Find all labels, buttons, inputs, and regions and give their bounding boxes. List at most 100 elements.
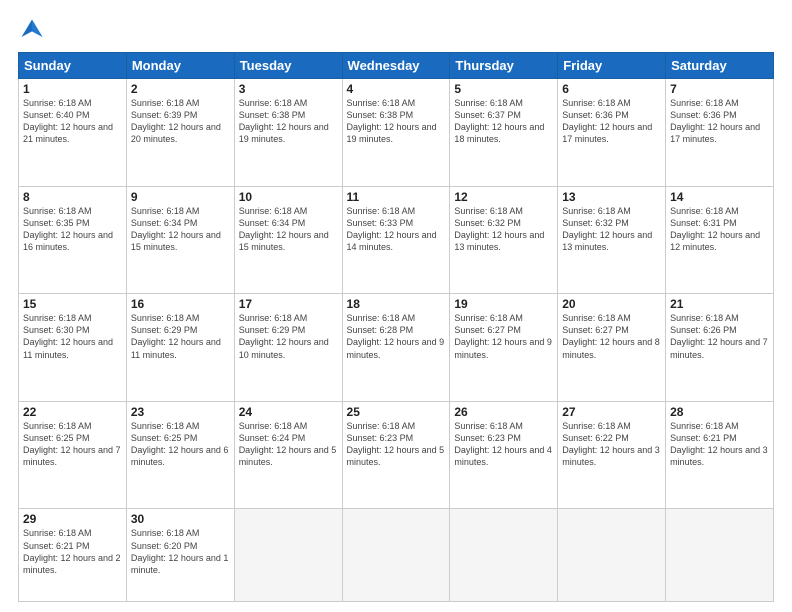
calendar-day-cell: [234, 509, 342, 602]
calendar-day-cell: [342, 509, 450, 602]
calendar-day-cell: 28Sunrise: 6:18 AMSunset: 6:21 PMDayligh…: [666, 401, 774, 509]
calendar-day-cell: 1Sunrise: 6:18 AMSunset: 6:40 PMDaylight…: [19, 79, 127, 187]
calendar-day-cell: 19Sunrise: 6:18 AMSunset: 6:27 PMDayligh…: [450, 294, 558, 402]
day-number: 11: [347, 190, 446, 204]
logo-icon: [18, 16, 46, 44]
day-number: 5: [454, 82, 553, 96]
day-info: Sunrise: 6:18 AMSunset: 6:32 PMDaylight:…: [454, 205, 553, 254]
calendar-day-cell: 27Sunrise: 6:18 AMSunset: 6:22 PMDayligh…: [558, 401, 666, 509]
day-info: Sunrise: 6:18 AMSunset: 6:33 PMDaylight:…: [347, 205, 446, 254]
day-number: 12: [454, 190, 553, 204]
calendar-day-cell: 10Sunrise: 6:18 AMSunset: 6:34 PMDayligh…: [234, 186, 342, 294]
day-info: Sunrise: 6:18 AMSunset: 6:34 PMDaylight:…: [239, 205, 338, 254]
day-info: Sunrise: 6:18 AMSunset: 6:24 PMDaylight:…: [239, 420, 338, 469]
calendar-day-cell: 6Sunrise: 6:18 AMSunset: 6:36 PMDaylight…: [558, 79, 666, 187]
page: SundayMondayTuesdayWednesdayThursdayFrid…: [0, 0, 792, 612]
calendar-day-cell: 15Sunrise: 6:18 AMSunset: 6:30 PMDayligh…: [19, 294, 127, 402]
calendar-day-cell: 26Sunrise: 6:18 AMSunset: 6:23 PMDayligh…: [450, 401, 558, 509]
day-number: 21: [670, 297, 769, 311]
day-info: Sunrise: 6:18 AMSunset: 6:25 PMDaylight:…: [131, 420, 230, 469]
day-number: 19: [454, 297, 553, 311]
calendar-day-cell: 12Sunrise: 6:18 AMSunset: 6:32 PMDayligh…: [450, 186, 558, 294]
day-info: Sunrise: 6:18 AMSunset: 6:25 PMDaylight:…: [23, 420, 122, 469]
day-number: 2: [131, 82, 230, 96]
calendar-day-cell: 23Sunrise: 6:18 AMSunset: 6:25 PMDayligh…: [126, 401, 234, 509]
day-number: 30: [131, 512, 230, 526]
weekday-header: Saturday: [666, 53, 774, 79]
day-info: Sunrise: 6:18 AMSunset: 6:36 PMDaylight:…: [670, 97, 769, 146]
calendar-day-cell: 21Sunrise: 6:18 AMSunset: 6:26 PMDayligh…: [666, 294, 774, 402]
day-number: 14: [670, 190, 769, 204]
day-number: 22: [23, 405, 122, 419]
calendar-week-row: 22Sunrise: 6:18 AMSunset: 6:25 PMDayligh…: [19, 401, 774, 509]
day-number: 7: [670, 82, 769, 96]
calendar-day-cell: 13Sunrise: 6:18 AMSunset: 6:32 PMDayligh…: [558, 186, 666, 294]
weekday-header: Wednesday: [342, 53, 450, 79]
weekday-header: Sunday: [19, 53, 127, 79]
day-info: Sunrise: 6:18 AMSunset: 6:22 PMDaylight:…: [562, 420, 661, 469]
calendar-day-cell: 24Sunrise: 6:18 AMSunset: 6:24 PMDayligh…: [234, 401, 342, 509]
day-number: 26: [454, 405, 553, 419]
day-info: Sunrise: 6:18 AMSunset: 6:27 PMDaylight:…: [562, 312, 661, 361]
calendar-day-cell: 14Sunrise: 6:18 AMSunset: 6:31 PMDayligh…: [666, 186, 774, 294]
calendar-day-cell: 9Sunrise: 6:18 AMSunset: 6:34 PMDaylight…: [126, 186, 234, 294]
day-number: 24: [239, 405, 338, 419]
calendar-day-cell: 3Sunrise: 6:18 AMSunset: 6:38 PMDaylight…: [234, 79, 342, 187]
calendar-day-cell: 16Sunrise: 6:18 AMSunset: 6:29 PMDayligh…: [126, 294, 234, 402]
calendar-day-cell: 30Sunrise: 6:18 AMSunset: 6:20 PMDayligh…: [126, 509, 234, 602]
calendar-day-cell: 29Sunrise: 6:18 AMSunset: 6:21 PMDayligh…: [19, 509, 127, 602]
weekday-header: Tuesday: [234, 53, 342, 79]
calendar-day-cell: [450, 509, 558, 602]
day-number: 29: [23, 512, 122, 526]
calendar-day-cell: 25Sunrise: 6:18 AMSunset: 6:23 PMDayligh…: [342, 401, 450, 509]
day-info: Sunrise: 6:18 AMSunset: 6:31 PMDaylight:…: [670, 205, 769, 254]
logo: [18, 16, 48, 44]
day-number: 15: [23, 297, 122, 311]
calendar-day-cell: 11Sunrise: 6:18 AMSunset: 6:33 PMDayligh…: [342, 186, 450, 294]
calendar-table: SundayMondayTuesdayWednesdayThursdayFrid…: [18, 52, 774, 602]
day-info: Sunrise: 6:18 AMSunset: 6:20 PMDaylight:…: [131, 527, 230, 576]
day-info: Sunrise: 6:18 AMSunset: 6:30 PMDaylight:…: [23, 312, 122, 361]
calendar-day-cell: [666, 509, 774, 602]
day-number: 6: [562, 82, 661, 96]
day-info: Sunrise: 6:18 AMSunset: 6:38 PMDaylight:…: [239, 97, 338, 146]
day-info: Sunrise: 6:18 AMSunset: 6:37 PMDaylight:…: [454, 97, 553, 146]
calendar-day-cell: 7Sunrise: 6:18 AMSunset: 6:36 PMDaylight…: [666, 79, 774, 187]
day-info: Sunrise: 6:18 AMSunset: 6:40 PMDaylight:…: [23, 97, 122, 146]
calendar-day-cell: 8Sunrise: 6:18 AMSunset: 6:35 PMDaylight…: [19, 186, 127, 294]
calendar-day-cell: 17Sunrise: 6:18 AMSunset: 6:29 PMDayligh…: [234, 294, 342, 402]
day-info: Sunrise: 6:18 AMSunset: 6:26 PMDaylight:…: [670, 312, 769, 361]
day-info: Sunrise: 6:18 AMSunset: 6:32 PMDaylight:…: [562, 205, 661, 254]
day-number: 27: [562, 405, 661, 419]
day-info: Sunrise: 6:18 AMSunset: 6:28 PMDaylight:…: [347, 312, 446, 361]
calendar-day-cell: 2Sunrise: 6:18 AMSunset: 6:39 PMDaylight…: [126, 79, 234, 187]
day-number: 20: [562, 297, 661, 311]
day-number: 1: [23, 82, 122, 96]
calendar-week-row: 8Sunrise: 6:18 AMSunset: 6:35 PMDaylight…: [19, 186, 774, 294]
calendar-day-cell: 5Sunrise: 6:18 AMSunset: 6:37 PMDaylight…: [450, 79, 558, 187]
day-info: Sunrise: 6:18 AMSunset: 6:23 PMDaylight:…: [454, 420, 553, 469]
day-info: Sunrise: 6:18 AMSunset: 6:29 PMDaylight:…: [239, 312, 338, 361]
calendar-week-row: 15Sunrise: 6:18 AMSunset: 6:30 PMDayligh…: [19, 294, 774, 402]
weekday-header: Monday: [126, 53, 234, 79]
day-number: 23: [131, 405, 230, 419]
calendar-day-cell: 18Sunrise: 6:18 AMSunset: 6:28 PMDayligh…: [342, 294, 450, 402]
calendar-header-row: SundayMondayTuesdayWednesdayThursdayFrid…: [19, 53, 774, 79]
day-number: 28: [670, 405, 769, 419]
day-info: Sunrise: 6:18 AMSunset: 6:39 PMDaylight:…: [131, 97, 230, 146]
day-info: Sunrise: 6:18 AMSunset: 6:27 PMDaylight:…: [454, 312, 553, 361]
calendar-day-cell: [558, 509, 666, 602]
day-number: 4: [347, 82, 446, 96]
header: [18, 16, 774, 44]
weekday-header: Friday: [558, 53, 666, 79]
day-number: 8: [23, 190, 122, 204]
day-number: 18: [347, 297, 446, 311]
calendar-day-cell: 20Sunrise: 6:18 AMSunset: 6:27 PMDayligh…: [558, 294, 666, 402]
day-number: 9: [131, 190, 230, 204]
day-info: Sunrise: 6:18 AMSunset: 6:34 PMDaylight:…: [131, 205, 230, 254]
day-info: Sunrise: 6:18 AMSunset: 6:29 PMDaylight:…: [131, 312, 230, 361]
calendar-day-cell: 4Sunrise: 6:18 AMSunset: 6:38 PMDaylight…: [342, 79, 450, 187]
day-info: Sunrise: 6:18 AMSunset: 6:38 PMDaylight:…: [347, 97, 446, 146]
day-number: 25: [347, 405, 446, 419]
day-number: 13: [562, 190, 661, 204]
